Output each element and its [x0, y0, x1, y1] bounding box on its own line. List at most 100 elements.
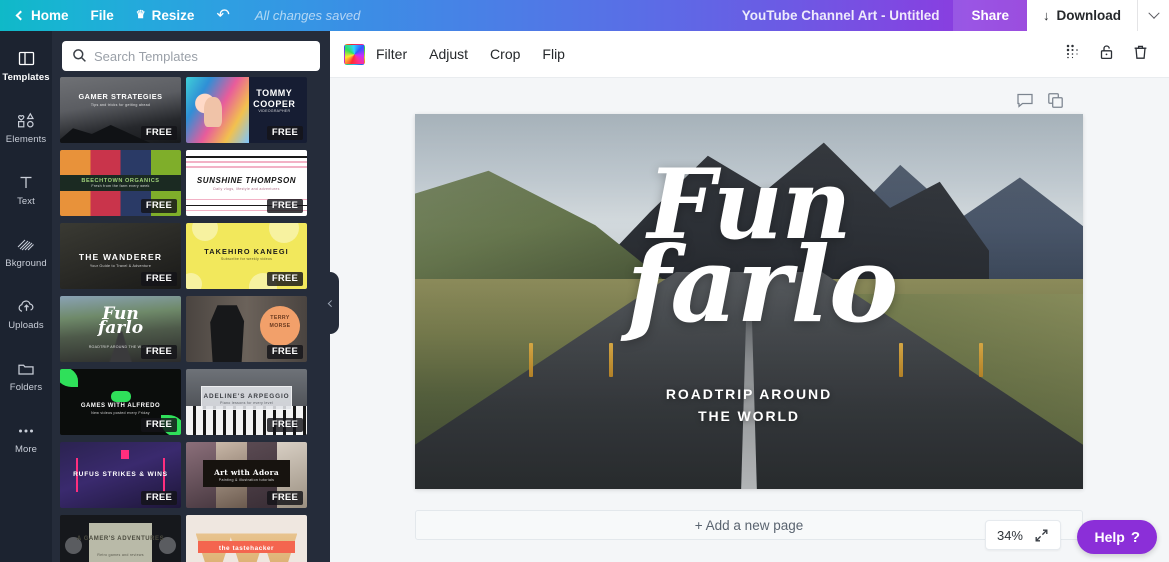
flip-button[interactable]: Flip — [531, 31, 576, 78]
sidebar-item-elements[interactable]: Elements — [0, 97, 52, 159]
templates-grid[interactable]: GAMER STRATEGIES Tips and tricks for get… — [52, 77, 330, 562]
sidebar-item-folders[interactable]: Folders — [0, 345, 52, 407]
sidebar-item-label: Text — [17, 197, 35, 207]
free-badge: FREE — [267, 126, 303, 140]
template-card[interactable]: THE WANDERER Your Guide to Travel & Adve… — [60, 223, 181, 289]
adjust-button[interactable]: Adjust — [418, 31, 479, 78]
free-badge: FREE — [267, 199, 303, 213]
template-title: the tastehacker — [186, 545, 307, 553]
color-swatch[interactable] — [344, 44, 365, 65]
template-card[interactable]: Art with Adora Painting & illustration t… — [186, 442, 307, 508]
chevron-down-icon — [1148, 7, 1159, 18]
design-canvas[interactable]: Fun farlo ROADTRIP AROUND THE WORLD — [415, 114, 1083, 489]
duplicate-icon[interactable] — [1047, 92, 1065, 110]
template-title: RUFUS STRIKES & WINS — [60, 471, 181, 479]
document-title[interactable]: YouTube Channel Art - Untitled — [728, 8, 954, 23]
template-card[interactable]: GAMER STRATEGIES Tips and tricks for get… — [60, 77, 181, 143]
template-card[interactable]: TERRY MORSE FREE — [186, 296, 307, 362]
template-art — [186, 77, 249, 143]
resize-button[interactable]: ♛ Resize — [125, 0, 206, 31]
file-label: File — [91, 8, 114, 23]
template-subtitle: Fresh from the farm every week — [60, 184, 181, 188]
download-options-button[interactable] — [1137, 0, 1169, 31]
template-card[interactable]: GAMES WITH ALFREDO New videos posted eve… — [60, 369, 181, 435]
sidebar-item-label: Uploads — [8, 321, 44, 331]
template-subtitle: Painting & illustration tutorials — [186, 478, 307, 482]
chevron-left-icon — [16, 10, 26, 20]
canvas-subheadline[interactable]: ROADTRIP AROUND THE WORLD — [415, 384, 1083, 427]
sidebar-item-more[interactable]: More — [0, 407, 52, 469]
templates-panel: GAMER STRATEGIES Tips and tricks for get… — [52, 31, 330, 562]
free-badge: FREE — [141, 272, 177, 286]
template-subtitle: Tips and tricks for getting ahead — [60, 103, 181, 107]
template-title: A GAMER'S ADVENTURES — [60, 535, 181, 544]
template-title: Fun farlo — [90, 308, 151, 336]
editor-toolbar: Filter Adjust Crop Flip — [330, 31, 1169, 78]
free-badge: FREE — [267, 418, 303, 432]
template-card[interactable]: ADELINE'S ARPEGGIO Piano lessons for eve… — [186, 369, 307, 435]
filter-label: Filter — [376, 46, 407, 62]
template-art — [186, 166, 307, 168]
canvas-subheadline-line1: ROADTRIP AROUND — [666, 386, 832, 402]
top-bar: Home File ♛ Resize ↶ All changes saved Y… — [0, 0, 1169, 31]
undo-button[interactable]: ↶ — [205, 0, 240, 31]
sidebar-item-label: Folders — [10, 383, 42, 393]
search-box[interactable] — [62, 41, 320, 71]
template-title: SUNSHINE THOMPSON — [186, 176, 307, 186]
file-menu-button[interactable]: File — [80, 0, 125, 31]
sidebar-item-uploads[interactable]: Uploads — [0, 283, 52, 345]
question-mark-icon: ? — [1131, 529, 1140, 546]
download-label: Download — [1057, 8, 1122, 23]
delete-button[interactable] — [1123, 31, 1157, 78]
template-title: TAKEHIRO KANEGI — [186, 247, 307, 256]
free-badge: FREE — [267, 345, 303, 359]
template-title: TERRY MORSE — [262, 315, 298, 331]
search-input[interactable] — [94, 49, 320, 64]
template-card[interactable]: Fun farlo ROADTRIP AROUND THE WORLD FREE — [60, 296, 181, 362]
template-art — [186, 161, 307, 163]
help-button[interactable]: Help ? — [1077, 520, 1157, 554]
more-icon — [17, 421, 35, 440]
top-bar-left-group: Home File ♛ Resize ↶ All changes saved — [0, 0, 360, 31]
template-title: GAMES WITH ALFREDO — [60, 403, 181, 411]
template-art — [203, 305, 251, 362]
filter-button[interactable]: Filter — [365, 31, 418, 78]
chevron-left-icon — [328, 300, 334, 306]
lock-button[interactable] — [1089, 31, 1123, 78]
canvas-headline[interactable]: Fun farlo — [415, 167, 1083, 327]
sidebar-item-templates[interactable]: Templates — [0, 35, 52, 97]
crown-icon: ♛ — [136, 10, 146, 21]
zoom-level-value[interactable]: 34% — [997, 528, 1023, 543]
canvas-tools — [1016, 92, 1065, 110]
home-label: Home — [31, 8, 69, 23]
template-card[interactable]: TOMMY COOPER VIDEOGRAPHER FREE — [186, 77, 307, 143]
sidebar-item-background[interactable]: Bkground — [0, 221, 52, 283]
template-art — [60, 119, 150, 143]
template-art — [186, 273, 202, 289]
template-subtitle: Retro games and reviews — [60, 553, 181, 557]
free-badge: FREE — [267, 491, 303, 505]
search-area — [52, 31, 330, 77]
template-card[interactable]: TAKEHIRO KANEGI Subscribe for weekly vid… — [186, 223, 307, 289]
add-new-page-button[interactable]: + Add a new page — [415, 510, 1083, 540]
template-art — [192, 223, 218, 241]
share-button[interactable]: Share — [953, 0, 1027, 31]
template-card[interactable]: SUNSHINE THOMPSON Daily vlogs, lifestyle… — [186, 150, 307, 216]
search-icon — [72, 48, 87, 63]
expand-icon[interactable] — [1034, 528, 1049, 543]
comment-icon[interactable] — [1016, 92, 1034, 110]
collapse-panel-button[interactable] — [322, 272, 339, 334]
home-button[interactable]: Home — [0, 0, 80, 31]
template-card[interactable]: the tastehacker FREE — [186, 515, 307, 562]
template-card[interactable]: A GAMER'S ADVENTURES Retro games and rev… — [60, 515, 181, 562]
transparency-button[interactable] — [1055, 31, 1089, 78]
canva-editor-window: Home File ♛ Resize ↶ All changes saved Y… — [0, 0, 1169, 562]
sidebar-item-text[interactable]: Text — [0, 159, 52, 221]
template-card[interactable]: BEECHTOWN ORGANICS Fresh from the farm e… — [60, 150, 181, 216]
undo-arrow-icon: ↶ — [216, 5, 229, 25]
template-title: THE WANDERER — [60, 252, 181, 263]
download-button[interactable]: ↓ Download — [1027, 0, 1137, 31]
template-title: ADELINE'S ARPEGGIO — [186, 393, 307, 401]
template-card[interactable]: RUFUS STRIKES & WINS FREE — [60, 442, 181, 508]
crop-button[interactable]: Crop — [479, 31, 531, 78]
